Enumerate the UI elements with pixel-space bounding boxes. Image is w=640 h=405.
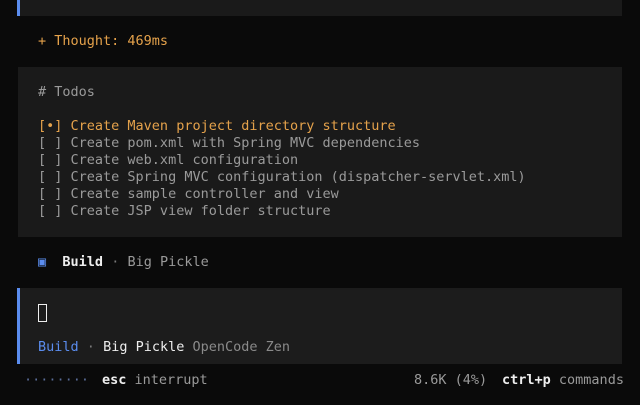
- progress-spinner-icon: ········: [24, 372, 90, 388]
- todo-text: Create JSP view folder structure: [70, 203, 331, 219]
- todo-text: Create Maven project directory structure: [70, 118, 396, 134]
- mode-agent[interactable]: Build: [38, 339, 79, 355]
- commands-hint[interactable]: ctrl+p commands: [502, 372, 624, 388]
- agent-status-line: ▣ Build · Big Pickle: [38, 254, 209, 270]
- interrupt-label: interrupt: [134, 372, 208, 388]
- mode-line: Build · Big Pickle OpenCode Zen: [38, 339, 290, 355]
- todo-checkbox: [ ]: [38, 169, 63, 185]
- todo-checkbox: [ ]: [38, 186, 63, 202]
- model-name: Big Pickle: [127, 254, 209, 270]
- todo-checkbox: [ ]: [38, 203, 63, 219]
- status-bar: ········ esc interrupt 8.6K (4%) ctrl+p …: [0, 372, 640, 392]
- todo-checkbox: [ ]: [38, 135, 63, 151]
- todo-item: [ ] Create pom.xml with Spring MVC depen…: [38, 135, 526, 152]
- interrupt-key: esc: [102, 372, 127, 388]
- mode-model[interactable]: Big Pickle: [103, 339, 184, 355]
- prompt-input[interactable]: Build · Big Pickle OpenCode Zen: [17, 288, 622, 364]
- commands-label: commands: [558, 372, 624, 388]
- todo-checkbox: [ ]: [38, 152, 63, 168]
- terminal-screen: + Thought: 469ms # Todos [•] Create Mave…: [0, 0, 640, 405]
- todo-item: [ ] Create web.xml configuration: [38, 152, 526, 169]
- todo-list: [•] Create Maven project directory struc…: [38, 118, 526, 220]
- text-cursor[interactable]: [38, 304, 47, 322]
- todo-text: Create Spring MVC configuration (dispatc…: [70, 169, 526, 185]
- todo-item: [•] Create Maven project directory struc…: [38, 118, 526, 135]
- agent-square-icon: ▣: [38, 254, 47, 270]
- todos-title: # Todos: [38, 84, 95, 100]
- todo-item: [ ] Create Spring MVC configuration (dis…: [38, 169, 526, 186]
- todo-text: Create sample controller and view: [70, 186, 339, 202]
- todo-text: Create pom.xml with Spring MVC dependenc…: [70, 135, 421, 151]
- separator-dot: ·: [111, 254, 120, 270]
- todo-item: [ ] Create sample controller and view: [38, 186, 526, 203]
- todo-checkbox: [•]: [38, 118, 63, 134]
- token-usage: 8.6K (4%): [414, 372, 488, 388]
- todos-panel: # Todos [•] Create Maven project directo…: [18, 67, 622, 237]
- todo-item: [ ] Create JSP view folder structure: [38, 203, 526, 220]
- separator-dot: ·: [86, 339, 95, 355]
- previous-message-block: [17, 0, 622, 16]
- interrupt-hint[interactable]: esc interrupt: [102, 372, 208, 388]
- todo-text: Create web.xml configuration: [70, 152, 299, 168]
- commands-key: ctrl+p: [502, 372, 551, 388]
- mode-provider: OpenCode Zen: [192, 339, 291, 355]
- thought-toggle[interactable]: + Thought: 469ms: [38, 33, 168, 49]
- agent-name: Build: [62, 254, 104, 270]
